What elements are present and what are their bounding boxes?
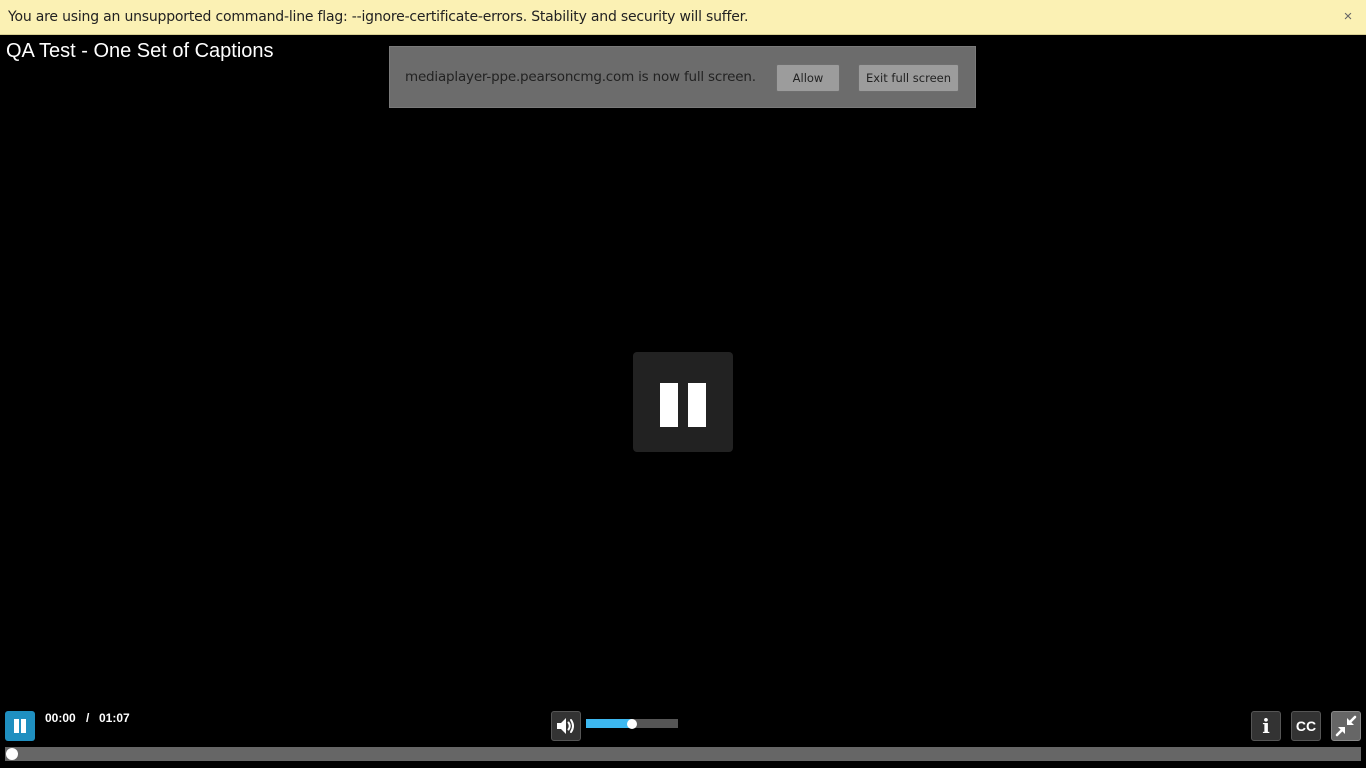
- duration: 01:07: [99, 711, 130, 725]
- volume-slider[interactable]: [586, 718, 678, 729]
- play-pause-button[interactable]: [5, 711, 35, 741]
- fullscreen-notification: mediaplayer-ppe.pearsoncmg.com is now fu…: [389, 46, 976, 108]
- info-button[interactable]: i: [1251, 711, 1281, 741]
- seek-bar[interactable]: [5, 747, 1361, 761]
- current-time: 00:00: [45, 711, 76, 725]
- infobar-message: You are using an unsupported command-lin…: [8, 9, 749, 25]
- cc-label: CC: [1295, 718, 1317, 734]
- allow-button[interactable]: Allow: [776, 64, 840, 92]
- video-title: QA Test - One Set of Captions: [6, 40, 274, 62]
- time-separator: /: [86, 711, 90, 725]
- exit-fullscreen-icon: [1335, 715, 1357, 737]
- unsupported-flag-infobar: You are using an unsupported command-lin…: [0, 0, 1366, 35]
- volume-level: [586, 719, 632, 728]
- seek-handle[interactable]: [6, 748, 18, 760]
- speaker-icon: [557, 718, 574, 734]
- mute-button[interactable]: [551, 711, 581, 741]
- info-icon: i: [1262, 714, 1270, 738]
- close-icon[interactable]: ×: [1340, 9, 1356, 25]
- volume-handle[interactable]: [627, 718, 637, 729]
- fullscreen-message: mediaplayer-ppe.pearsoncmg.com is now fu…: [405, 69, 756, 85]
- closed-captions-button[interactable]: CC: [1291, 711, 1321, 741]
- exit-fullscreen-button[interactable]: [1331, 711, 1361, 741]
- exit-full-screen-button[interactable]: Exit full screen: [858, 64, 959, 92]
- center-pause-button[interactable]: [633, 352, 733, 452]
